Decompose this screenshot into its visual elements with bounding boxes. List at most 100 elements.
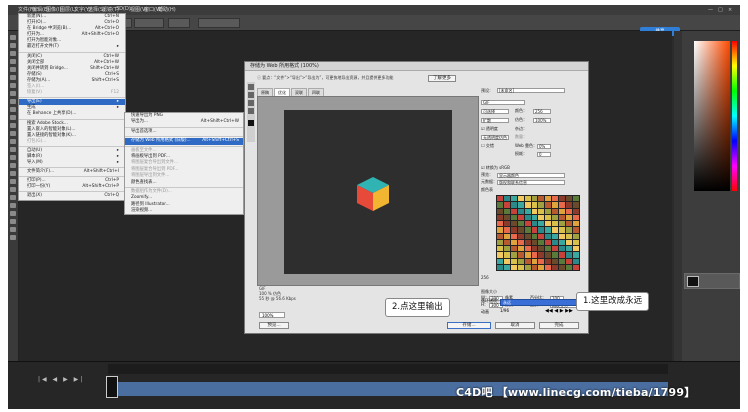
color-swatch[interactable] xyxy=(524,202,531,208)
color-swatch[interactable] xyxy=(503,246,510,252)
color-swatch[interactable] xyxy=(566,239,573,245)
color-swatch[interactable] xyxy=(538,214,545,220)
color-swatch[interactable] xyxy=(517,208,524,214)
color-swatch[interactable] xyxy=(573,196,579,202)
loop-options-select[interactable]: 永远 xyxy=(500,299,580,306)
zoom-select[interactable]: 100% xyxy=(259,312,285,318)
color-swatch[interactable] xyxy=(524,233,531,239)
color-swatch[interactable] xyxy=(517,264,524,270)
tool-icon[interactable] xyxy=(10,235,16,240)
tool-icon[interactable] xyxy=(10,139,16,144)
color-swatch[interactable] xyxy=(538,221,545,227)
color-swatch[interactable] xyxy=(573,202,579,208)
tool-icon[interactable] xyxy=(10,35,16,40)
color-swatch[interactable] xyxy=(552,233,559,239)
dither-field[interactable]: 100% xyxy=(533,118,551,123)
cancel-button[interactable]: 取消 xyxy=(495,322,535,329)
color-swatch[interactable] xyxy=(497,202,503,208)
color-swatch[interactable] xyxy=(566,252,573,258)
menu-item[interactable]: 导出为... Alt+Shift+Ctrl+W xyxy=(125,119,243,125)
color-swatch[interactable] xyxy=(503,227,510,233)
color-swatch[interactable] xyxy=(531,208,538,214)
color-swatch[interactable] xyxy=(517,233,524,239)
color-swatch[interactable] xyxy=(552,202,559,208)
color-swatch[interactable] xyxy=(510,208,517,214)
color-swatch[interactable] xyxy=(573,252,579,258)
option-chip[interactable] xyxy=(168,18,190,28)
color-swatch[interactable] xyxy=(545,208,552,214)
color-swatch[interactable] xyxy=(566,214,573,220)
color-swatch[interactable] xyxy=(517,258,524,264)
option-chip[interactable] xyxy=(198,18,240,28)
color-swatch[interactable] xyxy=(552,214,559,220)
color-swatch[interactable] xyxy=(531,221,538,227)
color-swatch[interactable] xyxy=(573,214,579,220)
color-swatch[interactable] xyxy=(517,196,524,202)
hue-slider[interactable] xyxy=(732,41,737,191)
color-swatch[interactable] xyxy=(545,264,552,270)
web-snap-field[interactable]: 0% xyxy=(537,144,551,149)
color-swatch[interactable] xyxy=(497,252,503,258)
preview-in-browser-button[interactable]: 预览... xyxy=(259,322,289,329)
tool-icon[interactable] xyxy=(10,59,16,64)
color-swatch[interactable] xyxy=(503,202,510,208)
color-swatch[interactable] xyxy=(531,258,538,264)
color-swatch[interactable] xyxy=(566,221,573,227)
preset-select[interactable]: [未命名] xyxy=(497,88,565,93)
color-swatch[interactable] xyxy=(538,208,545,214)
color-swatch[interactable] xyxy=(559,221,566,227)
color-swatch[interactable] xyxy=(524,227,531,233)
color-swatch[interactable] xyxy=(573,239,579,245)
color-swatch[interactable] xyxy=(497,227,503,233)
color-swatch[interactable] xyxy=(497,208,503,214)
menubar-item[interactable]: 帮助(H) xyxy=(158,6,176,13)
color-swatch[interactable] xyxy=(503,239,510,245)
color-swatch[interactable] xyxy=(497,264,503,270)
option-chip[interactable] xyxy=(134,18,164,28)
color-swatch[interactable] xyxy=(497,246,503,252)
color-swatch[interactable] xyxy=(559,233,566,239)
timeline-controls[interactable]: |◀ ◀ ▶ ▶| xyxy=(38,376,84,383)
color-swatch[interactable] xyxy=(497,239,503,245)
color-swatch[interactable] xyxy=(559,196,566,202)
color-swatch[interactable] xyxy=(510,239,517,245)
color-swatch[interactable] xyxy=(517,246,524,252)
menu-item[interactable]: 颜色查找表... xyxy=(125,180,243,186)
color-swatch[interactable] xyxy=(552,208,559,214)
color-swatch[interactable] xyxy=(524,264,531,270)
color-swatch[interactable] xyxy=(538,239,545,245)
color-swatch[interactable] xyxy=(531,227,538,233)
maximize-button[interactable]: □ xyxy=(718,7,723,13)
color-swatch[interactable] xyxy=(552,252,559,258)
colors-field[interactable]: 256 xyxy=(533,109,551,114)
color-swatch[interactable] xyxy=(538,246,545,252)
color-swatch[interactable] xyxy=(524,258,531,264)
color-swatch[interactable] xyxy=(545,227,552,233)
menu-item[interactable]: 退出(X) Ctrl+Q xyxy=(19,193,125,199)
lossy-field[interactable]: 0 xyxy=(537,152,551,157)
interlaced-checkbox[interactable]: ☐ 交错 xyxy=(481,143,494,149)
tool-icon[interactable] xyxy=(10,43,16,48)
color-swatch[interactable] xyxy=(517,239,524,245)
color-swatch[interactable] xyxy=(559,246,566,252)
color-swatch[interactable] xyxy=(517,214,524,220)
eyedropper-color-swatch[interactable] xyxy=(248,120,254,126)
minimize-button[interactable]: — xyxy=(708,7,713,13)
color-swatch[interactable] xyxy=(538,264,545,270)
color-swatch[interactable] xyxy=(552,239,559,245)
color-swatch[interactable] xyxy=(545,252,552,258)
color-picker-field[interactable] xyxy=(694,41,730,191)
color-swatch[interactable] xyxy=(524,252,531,258)
color-swatch[interactable] xyxy=(510,264,517,270)
color-swatch[interactable] xyxy=(566,202,573,208)
clip-thumbnail[interactable] xyxy=(106,376,118,398)
color-swatch[interactable] xyxy=(510,196,517,202)
color-swatch[interactable] xyxy=(545,258,552,264)
tool-icon[interactable] xyxy=(10,83,16,88)
color-swatch[interactable] xyxy=(531,196,538,202)
slice-select-icon[interactable] xyxy=(248,92,254,98)
transparency-checkbox[interactable]: ☑ 透明度 xyxy=(481,126,498,132)
color-swatch[interactable] xyxy=(573,227,579,233)
tool-icon[interactable] xyxy=(10,115,16,120)
color-swatch[interactable] xyxy=(503,221,510,227)
